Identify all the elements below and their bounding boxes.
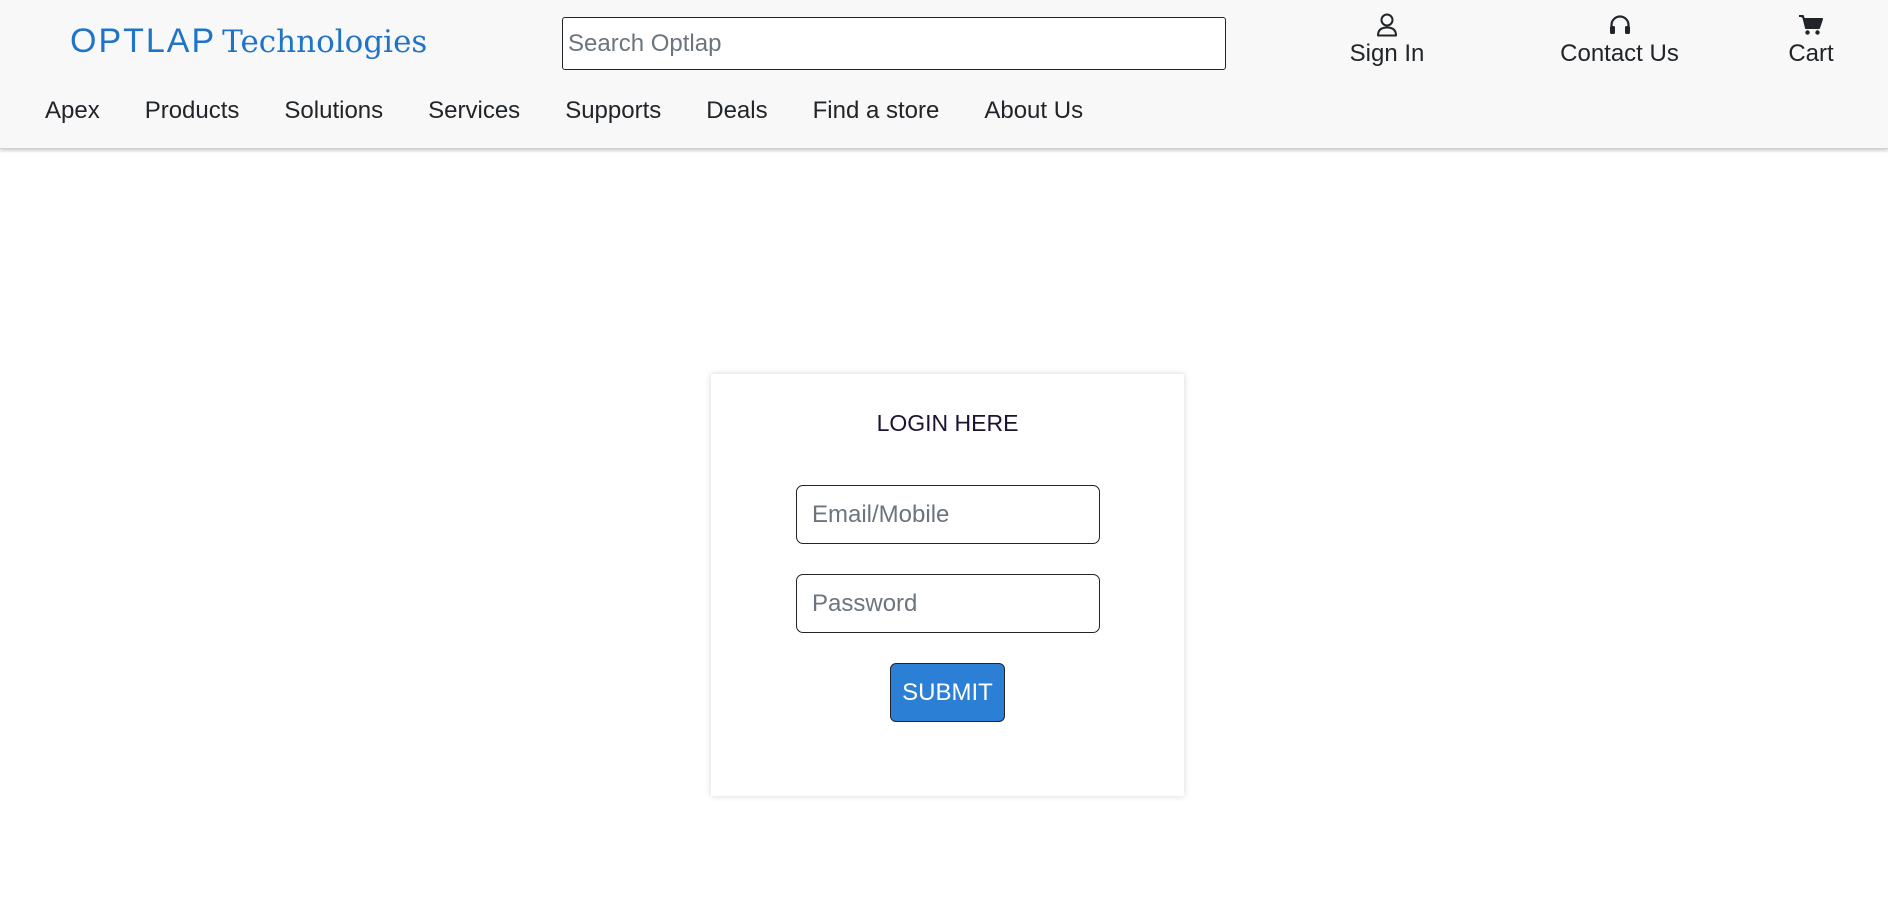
brand-word: Technologies <box>222 24 428 60</box>
login-card: LOGIN HERE SUBMIT <box>711 374 1184 796</box>
contact-us-label: Contact Us <box>1560 40 1679 67</box>
main-nav: Apex Products Solutions Services Support… <box>45 93 1128 129</box>
site-header: OPTLAP Technologies Sign In Contact Us <box>0 0 1888 149</box>
user-icon <box>1376 10 1398 39</box>
brand-logo[interactable]: OPTLAP Technologies <box>70 22 427 66</box>
headphones-icon <box>1608 10 1632 39</box>
nav-item-find-a-store[interactable]: Find a store <box>813 97 940 125</box>
cart-icon <box>1798 10 1824 39</box>
submit-button[interactable]: SUBMIT <box>890 663 1005 722</box>
password-field[interactable] <box>796 574 1100 633</box>
nav-item-supports[interactable]: Supports <box>565 97 661 125</box>
sign-in-label: Sign In <box>1349 40 1425 67</box>
login-title: LOGIN HERE <box>876 410 1019 436</box>
nav-item-deals[interactable]: Deals <box>706 97 767 125</box>
nav-item-solutions[interactable]: Solutions <box>284 97 383 125</box>
search-input[interactable] <box>562 17 1226 70</box>
brand-mark: OPTLAP <box>70 22 217 60</box>
nav-item-products[interactable]: Products <box>145 97 240 125</box>
cart-button[interactable]: Cart <box>1784 10 1838 74</box>
contact-us-button[interactable]: Contact Us <box>1543 10 1696 74</box>
nav-item-services[interactable]: Services <box>428 97 520 125</box>
nav-item-apex[interactable]: Apex <box>45 97 100 125</box>
email-field[interactable] <box>796 485 1100 544</box>
sign-in-button[interactable]: Sign In <box>1350 10 1424 74</box>
cart-label: Cart <box>1788 40 1834 67</box>
nav-item-about-us[interactable]: About Us <box>984 97 1083 125</box>
